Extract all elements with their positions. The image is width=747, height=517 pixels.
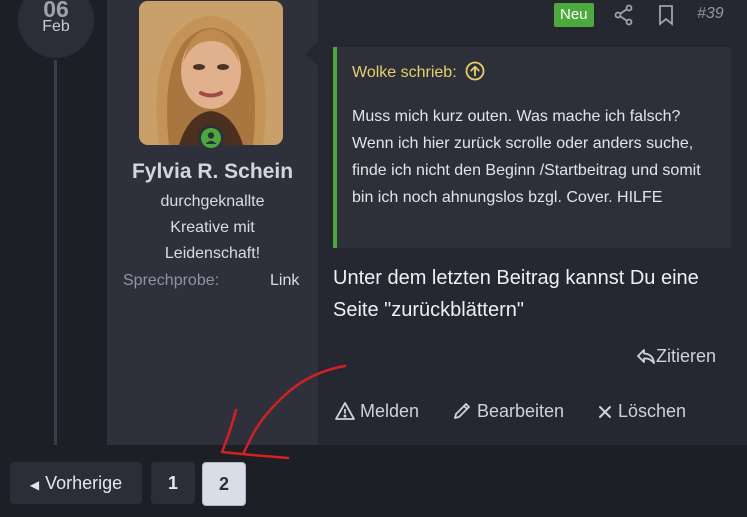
username[interactable]: Fylvia R. Schein — [107, 160, 318, 184]
prev-page-label: Vorherige — [45, 473, 123, 493]
custom-field-link[interactable]: Link — [270, 272, 299, 290]
delete-action-label: Löschen — [618, 401, 687, 421]
quote-header[interactable]: Wolke schrieb: — [352, 61, 485, 82]
delete-action[interactable]: Löschen — [597, 401, 686, 422]
arrow-up-circle-icon[interactable] — [465, 61, 485, 81]
date-bubble: 06 Feb — [18, 0, 94, 58]
timeline-line — [54, 60, 57, 445]
quote-block: Wolke schrieb: Muss mich kurz outen. Was… — [333, 47, 731, 248]
new-badge: Neu — [554, 3, 594, 27]
edit-action[interactable]: Bearbeiten — [452, 401, 564, 422]
edit-action-label: Bearbeiten — [477, 401, 565, 421]
avatar[interactable] — [139, 1, 283, 145]
page-1-button[interactable]: 1 — [151, 462, 195, 504]
quote-action[interactable]: Zitieren — [636, 346, 716, 367]
date-month: Feb — [42, 18, 70, 35]
online-status-icon — [198, 125, 224, 151]
report-action[interactable]: Melden — [335, 401, 419, 422]
post-message: Unter dem letzten Beitrag kannst Du eine… — [333, 267, 699, 321]
report-action-label: Melden — [360, 401, 420, 421]
user-title: durchgeknallte Kreative mit Leidenschaft… — [160, 193, 265, 262]
share-icon[interactable] — [612, 3, 636, 27]
pencil-icon — [454, 403, 470, 419]
post-number-link[interactable]: #39 — [697, 5, 724, 23]
custom-field-label: Sprechprobe: — [123, 272, 220, 289]
quote-action-label: Zitieren — [656, 346, 717, 366]
reply-icon — [637, 349, 655, 364]
page-2-button[interactable]: 2 — [202, 462, 246, 506]
prev-page-button[interactable]: ◀ Vorherige — [10, 462, 142, 504]
post-arrow — [305, 42, 318, 66]
warning-icon — [335, 402, 355, 420]
quote-author: Wolke schrieb: — [352, 64, 457, 81]
bookmark-icon[interactable] — [654, 3, 678, 27]
close-icon — [599, 406, 611, 418]
quote-text: Muss mich kurz outen. Was mache ich fals… — [352, 108, 701, 206]
caret-left-icon: ◀ — [29, 478, 40, 492]
